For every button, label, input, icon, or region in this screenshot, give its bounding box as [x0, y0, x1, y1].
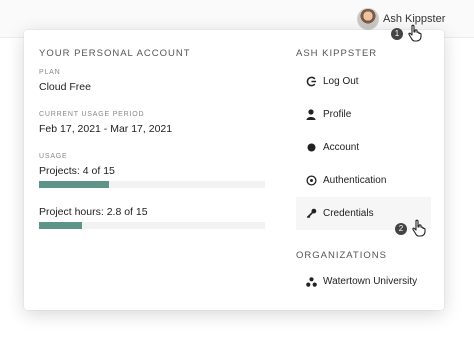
hours-progress-fill — [39, 222, 82, 229]
hand-cursor-icon — [412, 219, 426, 237]
menu-item-label: Watertown University — [323, 276, 418, 287]
user-menu-section: ASH KIPPSTER Log Out Profile Account Aut… — [296, 48, 432, 287]
hand-cursor-icon — [408, 24, 422, 42]
account-dropdown-panel: YOUR PERSONAL ACCOUNT PLAN Cloud Free CU… — [24, 30, 444, 310]
menu-item-label: Account — [323, 142, 360, 153]
avatar — [357, 8, 379, 30]
key-icon — [301, 208, 321, 219]
hours-progress-bar — [39, 222, 265, 229]
menu-item-label: Profile — [323, 109, 352, 120]
usage-period-label: CURRENT USAGE PERIOD — [39, 111, 145, 118]
menu-item-log-out[interactable]: Log Out — [296, 65, 431, 98]
org-item-watertown-university[interactable]: Watertown University — [296, 265, 431, 298]
logout-icon — [301, 76, 321, 87]
projects-progress-fill — [39, 181, 110, 188]
section-title: YOUR PERSONAL ACCOUNT — [39, 48, 191, 59]
menu-item-label: Credentials — [323, 208, 374, 219]
user-menu-trigger[interactable]: Ash Kippster — [357, 8, 445, 30]
menu-item-label: Authentication — [323, 175, 387, 186]
projects-progress-bar — [39, 181, 265, 188]
menu-item-label: Log Out — [323, 76, 359, 87]
person-icon — [301, 109, 321, 120]
personal-account-section: YOUR PERSONAL ACCOUNT PLAN Cloud Free CU… — [39, 48, 265, 229]
target-icon — [301, 175, 321, 186]
step-marker-1: 1 — [391, 28, 403, 40]
menu-item-account[interactable]: Account — [296, 131, 431, 164]
plan-label: PLAN — [39, 69, 61, 76]
menu-item-authentication[interactable]: Authentication — [296, 164, 431, 197]
user-section-title: ASH KIPPSTER — [296, 48, 378, 59]
projects-usage-text: Projects: 4 of 15 — [39, 165, 115, 177]
menu-item-profile[interactable]: Profile — [296, 98, 431, 131]
organizations-section-title: ORGANIZATIONS — [296, 250, 387, 261]
usage-label: USAGE — [39, 153, 68, 160]
hours-usage-text: Project hours: 2.8 of 15 — [39, 206, 148, 218]
dot-icon — [301, 143, 321, 152]
organization-icon — [301, 276, 321, 287]
step-marker-2: 2 — [395, 223, 407, 235]
plan-value: Cloud Free — [39, 81, 91, 93]
usage-period-value: Feb 17, 2021 - Mar 17, 2021 — [39, 123, 173, 135]
